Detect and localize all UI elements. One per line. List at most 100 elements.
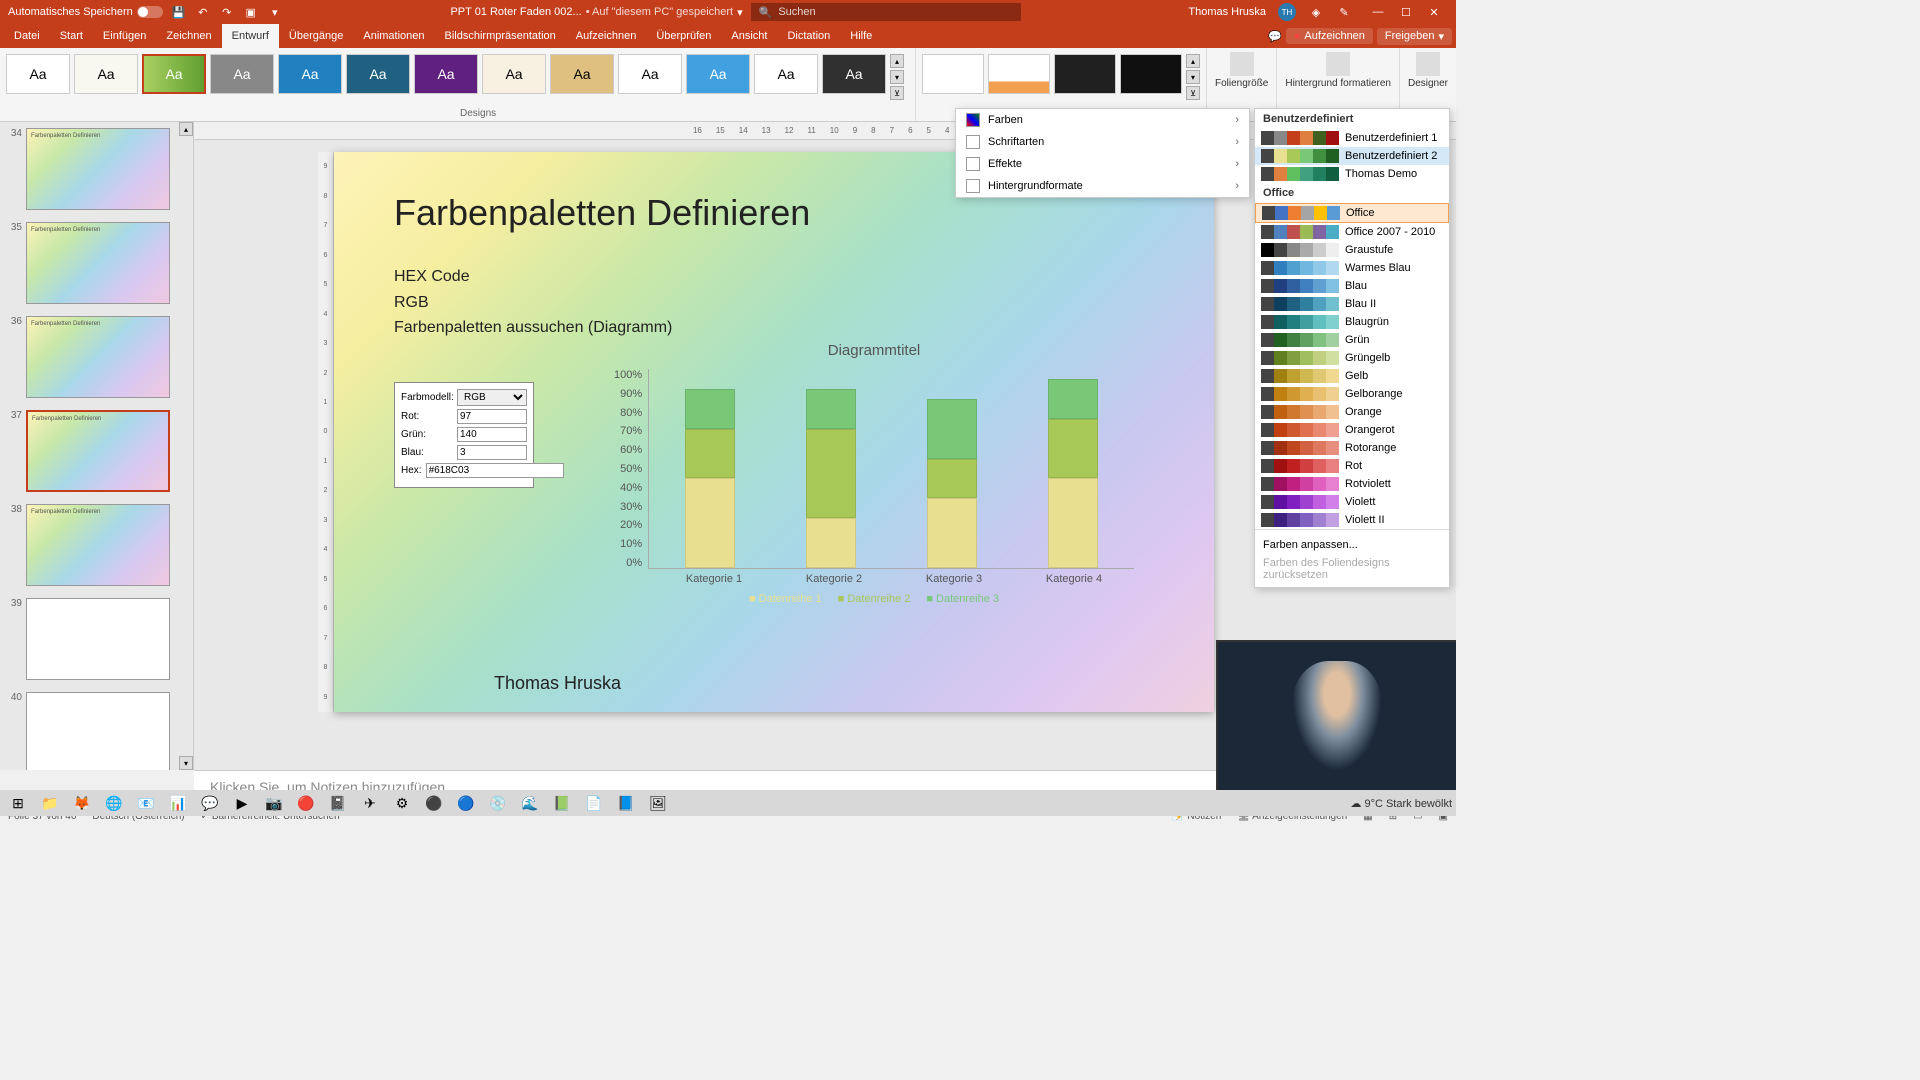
- tab-dictation[interactable]: Dictation: [777, 24, 840, 48]
- color-scheme-row[interactable]: Rotorange: [1255, 439, 1449, 457]
- color-scheme-row[interactable]: Grüngelb: [1255, 349, 1449, 367]
- app-icon[interactable]: 🔴: [292, 792, 320, 814]
- slide-thumbnail[interactable]: 37Farbenpaletten Definieren: [0, 404, 193, 498]
- variant-thumb[interactable]: [922, 54, 984, 94]
- green-input[interactable]: [457, 427, 527, 442]
- comments-icon[interactable]: 💬: [1268, 30, 1282, 43]
- flyout-colors[interactable]: Farben›: [956, 109, 1249, 131]
- firefox-icon[interactable]: 🦊: [68, 792, 96, 814]
- slide-thumbnail[interactable]: 34Farbenpaletten Definieren: [0, 122, 193, 216]
- variant-down-icon[interactable]: ▾: [1186, 70, 1200, 84]
- share-button[interactable]: Freigeben▾: [1377, 28, 1452, 45]
- explorer-icon[interactable]: 📁: [36, 792, 64, 814]
- tab-ueberpruefen[interactable]: Überprüfen: [646, 24, 721, 48]
- gallery-down-icon[interactable]: ▾: [890, 70, 904, 84]
- design-thumb[interactable]: Aa: [6, 54, 70, 94]
- color-scheme-row[interactable]: Benutzerdefiniert 1: [1255, 129, 1449, 147]
- document-title[interactable]: PPT 01 Roter Faden 002... • Auf "diesem …: [450, 6, 742, 19]
- design-thumb[interactable]: Aa: [754, 54, 818, 94]
- pen-icon[interactable]: ✎: [1336, 4, 1352, 20]
- slide-thumbnail[interactable]: 40: [0, 686, 193, 770]
- app-icon[interactable]: 🔵: [452, 792, 480, 814]
- tab-hilfe[interactable]: Hilfe: [840, 24, 882, 48]
- outlook-icon[interactable]: 📧: [132, 792, 160, 814]
- tab-datei[interactable]: Datei: [4, 24, 50, 48]
- color-scheme-row[interactable]: Thomas Demo: [1255, 165, 1449, 183]
- record-button[interactable]: ●Aufzeichnen: [1286, 28, 1373, 44]
- slide-body[interactable]: HEX Code RGB Farbenpaletten aussuchen (D…: [394, 264, 1154, 341]
- chrome-icon[interactable]: 🌐: [100, 792, 128, 814]
- color-scheme-row[interactable]: Graustufe: [1255, 241, 1449, 259]
- redo-icon[interactable]: ↷: [219, 4, 235, 20]
- slide-panel[interactable]: ▴ 34Farbenpaletten Definieren 35Farbenpa…: [0, 122, 194, 770]
- design-thumb[interactable]: Aa: [346, 54, 410, 94]
- color-scheme-row[interactable]: Orange: [1255, 403, 1449, 421]
- telegram-icon[interactable]: ✈: [356, 792, 384, 814]
- color-scheme-row[interactable]: Violett II: [1255, 511, 1449, 529]
- color-scheme-row[interactable]: Orangerot: [1255, 421, 1449, 439]
- color-scheme-row[interactable]: Gelborange: [1255, 385, 1449, 403]
- tab-start[interactable]: Start: [50, 24, 93, 48]
- tab-bildschirm[interactable]: Bildschirmpräsentation: [435, 24, 566, 48]
- tab-uebergaenge[interactable]: Übergänge: [279, 24, 353, 48]
- color-scheme-row[interactable]: Benutzerdefiniert 2: [1255, 147, 1449, 165]
- scroll-up-icon[interactable]: ▴: [179, 122, 193, 136]
- flyout-effects[interactable]: Effekte›: [956, 153, 1249, 175]
- variant-thumb[interactable]: [1054, 54, 1116, 94]
- design-thumb[interactable]: Aa: [74, 54, 138, 94]
- slide-canvas[interactable]: Farbenpaletten Definieren HEX Code RGB F…: [334, 152, 1214, 712]
- tab-einfuegen[interactable]: Einfügen: [93, 24, 156, 48]
- design-thumb[interactable]: Aa: [618, 54, 682, 94]
- user-avatar[interactable]: TH: [1278, 3, 1296, 21]
- variant-up-icon[interactable]: ▴: [1186, 54, 1200, 68]
- slideshow-icon[interactable]: ▣: [243, 4, 259, 20]
- color-scheme-row[interactable]: Grün: [1255, 331, 1449, 349]
- search-input[interactable]: 🔍 Suchen: [751, 3, 1021, 21]
- word-icon[interactable]: 📘: [612, 792, 640, 814]
- design-thumb[interactable]: Aa: [210, 54, 274, 94]
- app-icon[interactable]: 💿: [484, 792, 512, 814]
- flyout-fonts[interactable]: Schriftarten›: [956, 131, 1249, 153]
- blue-input[interactable]: [457, 445, 527, 460]
- color-scheme-row[interactable]: Violett: [1255, 493, 1449, 511]
- slide-thumbnail[interactable]: 36Farbenpaletten Definieren: [0, 310, 193, 404]
- color-scheme-row[interactable]: Rot: [1255, 457, 1449, 475]
- maximize-button[interactable]: ☐: [1392, 0, 1420, 24]
- start-button[interactable]: ⊞: [4, 792, 32, 814]
- onenote-icon[interactable]: 📓: [324, 792, 352, 814]
- slide-thumbnail[interactable]: 38Farbenpaletten Definieren: [0, 498, 193, 592]
- app-icon[interactable]: ⚙: [388, 792, 416, 814]
- gallery-up-icon[interactable]: ▴: [890, 54, 904, 68]
- flyout-background[interactable]: Hintergrundformate›: [956, 175, 1249, 197]
- scroll-down-icon[interactable]: ▾: [179, 756, 193, 770]
- slide-title[interactable]: Farbenpaletten Definieren: [394, 192, 1154, 234]
- color-scheme-row[interactable]: Gelb: [1255, 367, 1449, 385]
- variant-thumb[interactable]: [988, 54, 1050, 94]
- design-thumb[interactable]: Aa: [142, 54, 206, 94]
- app-icon[interactable]: 📷: [260, 792, 288, 814]
- design-thumb[interactable]: Aa: [550, 54, 614, 94]
- slide-thumbnail[interactable]: 35Farbenpaletten Definieren: [0, 216, 193, 310]
- color-scheme-row[interactable]: Blaugrün: [1255, 313, 1449, 331]
- customize-colors-button[interactable]: Farben anpassen...: [1263, 536, 1441, 554]
- app-icon[interactable]: 💬: [196, 792, 224, 814]
- minimize-button[interactable]: —: [1364, 0, 1392, 24]
- chart[interactable]: Diagrammtitel 100%90%80%70%60%50%40%30%2…: [614, 342, 1134, 632]
- gallery-more-icon[interactable]: ⊻: [890, 86, 904, 100]
- powerpoint-icon[interactable]: 📊: [164, 792, 192, 814]
- design-thumb[interactable]: Aa: [822, 54, 886, 94]
- user-name[interactable]: Thomas Hruska: [1188, 6, 1266, 18]
- color-scheme-row[interactable]: Office: [1255, 203, 1449, 223]
- excel-icon[interactable]: 📗: [548, 792, 576, 814]
- diamond-icon[interactable]: ◈: [1308, 4, 1324, 20]
- autosave-toggle[interactable]: Automatisches Speichern: [8, 6, 163, 18]
- tab-zeichnen[interactable]: Zeichnen: [156, 24, 221, 48]
- design-thumb[interactable]: Aa: [414, 54, 478, 94]
- design-thumb[interactable]: Aa: [278, 54, 342, 94]
- hex-input[interactable]: [426, 463, 564, 478]
- tab-ansicht[interactable]: Ansicht: [721, 24, 777, 48]
- vlc-icon[interactable]: ▶: [228, 792, 256, 814]
- red-input[interactable]: [457, 409, 527, 424]
- save-icon[interactable]: 💾: [171, 4, 187, 20]
- tab-animationen[interactable]: Animationen: [353, 24, 434, 48]
